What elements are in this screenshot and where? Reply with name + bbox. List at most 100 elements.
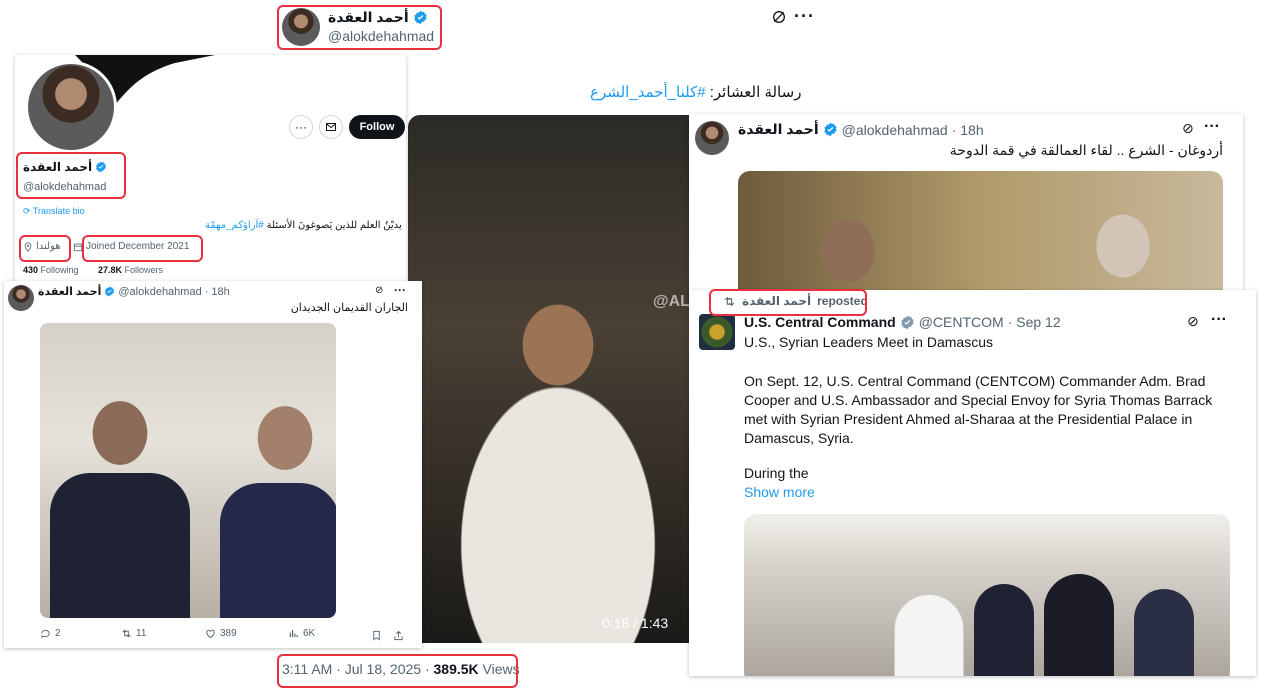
profile-name: أحمد العقدة xyxy=(328,9,409,25)
tweet-text: أردوغان - الشرع .. لقاء العمالقة في قمة … xyxy=(949,142,1223,158)
like-count: 389 xyxy=(220,628,237,639)
profile-handle: @alokdehahmad xyxy=(23,181,107,193)
views-icon xyxy=(289,629,298,638)
translate-icon: ⟳ xyxy=(23,206,31,216)
author-handle[interactable]: @alokdehahmad xyxy=(118,286,201,298)
like-button[interactable]: 389 xyxy=(205,628,237,639)
bookmark-icon[interactable] xyxy=(371,628,382,646)
tweet-card-left[interactable]: أحمد العقدة @alokdehahmad · 18h ⊘ ··· ال… xyxy=(4,281,422,648)
reply-count: 2 xyxy=(55,628,61,639)
tweet-card-centcom[interactable]: أحمد العقدة reposted U.S. Central Comman… xyxy=(689,290,1256,676)
person-figure xyxy=(974,584,1034,676)
profile-location: هولندا xyxy=(23,241,61,252)
repost-count: 11 xyxy=(136,628,147,639)
author-handle[interactable]: @CENTCOM xyxy=(919,314,1004,330)
avatar[interactable] xyxy=(282,8,320,46)
more-icon[interactable]: ··· xyxy=(1211,311,1227,329)
more-icon[interactable]: ··· xyxy=(1204,118,1220,136)
views-label: Views xyxy=(482,661,520,677)
person-figure xyxy=(894,594,964,676)
following-count: 430 xyxy=(23,265,39,275)
tweet-image[interactable] xyxy=(738,171,1223,304)
tweet-age[interactable]: · 18h xyxy=(205,286,230,298)
message-button[interactable] xyxy=(319,115,343,139)
tweet-date[interactable]: · Sep 12 xyxy=(1008,314,1061,330)
mail-icon xyxy=(326,123,336,131)
bio-text: يديْنُ العلم للذين يَصوغونَ الأسئلة xyxy=(266,220,402,231)
grok-icon[interactable] xyxy=(770,8,788,26)
profile-avatar[interactable] xyxy=(25,61,117,153)
verified-badge-icon xyxy=(901,315,914,329)
person-figure xyxy=(50,473,190,618)
following-label: Following xyxy=(40,265,79,275)
follow-button[interactable]: Follow xyxy=(349,115,405,139)
verified-badge-icon xyxy=(105,286,115,297)
centcom-avatar[interactable] xyxy=(699,314,735,350)
profile-card: ··· Follow أحمد العقدة @alokdehahmad ⟳ T… xyxy=(15,55,406,283)
tweet-age[interactable]: · 18h xyxy=(952,122,984,138)
tweet-image[interactable] xyxy=(40,323,336,618)
profile-joined: Joined December 2021 xyxy=(73,241,189,252)
author-name[interactable]: أحمد العقدة xyxy=(738,121,819,138)
reply-button[interactable]: 2 xyxy=(40,628,61,639)
translate-bio-link[interactable]: ⟳ Translate bio xyxy=(23,206,85,217)
repost-icon xyxy=(724,296,735,306)
person-figure xyxy=(1044,574,1114,676)
location-pin-icon xyxy=(24,241,32,252)
bio-hashtag[interactable]: #آراؤكم_مهمّة xyxy=(205,220,264,231)
tweet-text: رسالة العشائر: xyxy=(709,84,802,101)
tweet-card-right-top[interactable]: أحمد العقدة @alokdehahmad · 18h ⊘ ··· أر… xyxy=(689,114,1243,304)
tweet-body-2: During the xyxy=(744,465,809,481)
calendar-icon xyxy=(73,243,83,251)
views-count: 389.5K xyxy=(433,661,479,677)
top-profile-header[interactable]: أحمد العقدة @alokdehahmad xyxy=(282,6,438,48)
followers-count: 27.8K xyxy=(98,265,123,275)
grok-icon[interactable]: ⊘ xyxy=(1187,313,1199,330)
author-name[interactable]: أحمد العقدة xyxy=(38,285,101,298)
joined-text: Joined December 2021 xyxy=(86,241,190,252)
following-stat[interactable]: 430 Following xyxy=(23,265,79,275)
repost-icon xyxy=(122,629,131,638)
tweet-text: الجاران القديمان الجديدان xyxy=(290,302,408,314)
followers-stat[interactable]: 27.8K Followers xyxy=(98,265,163,275)
profile-bio: يديْنُ العلم للذين يَصوغونَ الأسئلة #آرا… xyxy=(205,220,402,231)
tweet-image[interactable] xyxy=(744,514,1230,676)
location-text: هولندا xyxy=(36,241,61,252)
main-tweet-footer: 3:11 AM · Jul 18, 2025 · 389.5K Views xyxy=(282,661,520,677)
translate-bio-label: Translate bio xyxy=(32,206,85,216)
tweet-headline: U.S., Syrian Leaders Meet in Damascus xyxy=(744,334,993,350)
person-figure xyxy=(220,483,336,618)
profile-handle: @alokdehahmad xyxy=(328,28,435,44)
more-icon[interactable]: ··· xyxy=(394,283,406,297)
tweet-timestamp[interactable]: 3:11 AM · Jul 18, 2025 · xyxy=(282,661,430,677)
avatar[interactable] xyxy=(695,121,729,155)
repost-button[interactable]: 11 xyxy=(121,628,146,639)
profile-name: أحمد العقدة xyxy=(23,160,93,174)
verified-badge-icon xyxy=(96,161,107,173)
show-more-link[interactable]: Show more xyxy=(744,484,815,500)
heart-icon xyxy=(206,629,215,639)
video-timestamp: 0:18 / 1:43 xyxy=(602,615,669,631)
grok-icon[interactable]: ⊘ xyxy=(375,285,383,296)
verified-badge-icon xyxy=(823,122,837,137)
share-icon[interactable] xyxy=(393,628,404,646)
author-handle[interactable]: @alokdehahmad xyxy=(842,122,948,138)
more-icon[interactable]: ··· xyxy=(794,6,815,27)
reply-icon xyxy=(41,629,50,639)
main-tweet-text: رسالة العشائر: #كلنا_أحمد_الشرع xyxy=(590,83,801,101)
views-count: 6K xyxy=(303,628,316,639)
grok-icon[interactable]: ⊘ xyxy=(1182,120,1194,137)
followers-label: Followers xyxy=(124,265,164,275)
person-figure xyxy=(1134,589,1194,676)
repost-label: reposted xyxy=(817,294,868,308)
repost-by[interactable]: أحمد العقدة xyxy=(742,294,811,308)
verified-badge-icon xyxy=(413,10,427,25)
views-button[interactable]: 6K xyxy=(288,628,315,639)
tweet-body: On Sept. 12, U.S. Central Command (CENTC… xyxy=(744,373,1213,446)
video-player[interactable]: @ALO 0:18 / 1:43 xyxy=(408,115,708,643)
repost-indicator: أحمد العقدة reposted xyxy=(723,294,868,308)
more-options-button[interactable]: ··· xyxy=(289,115,313,139)
author-name[interactable]: U.S. Central Command xyxy=(744,314,896,330)
hashtag-link[interactable]: #كلنا_أحمد_الشرع xyxy=(590,84,706,101)
avatar[interactable] xyxy=(8,285,34,311)
